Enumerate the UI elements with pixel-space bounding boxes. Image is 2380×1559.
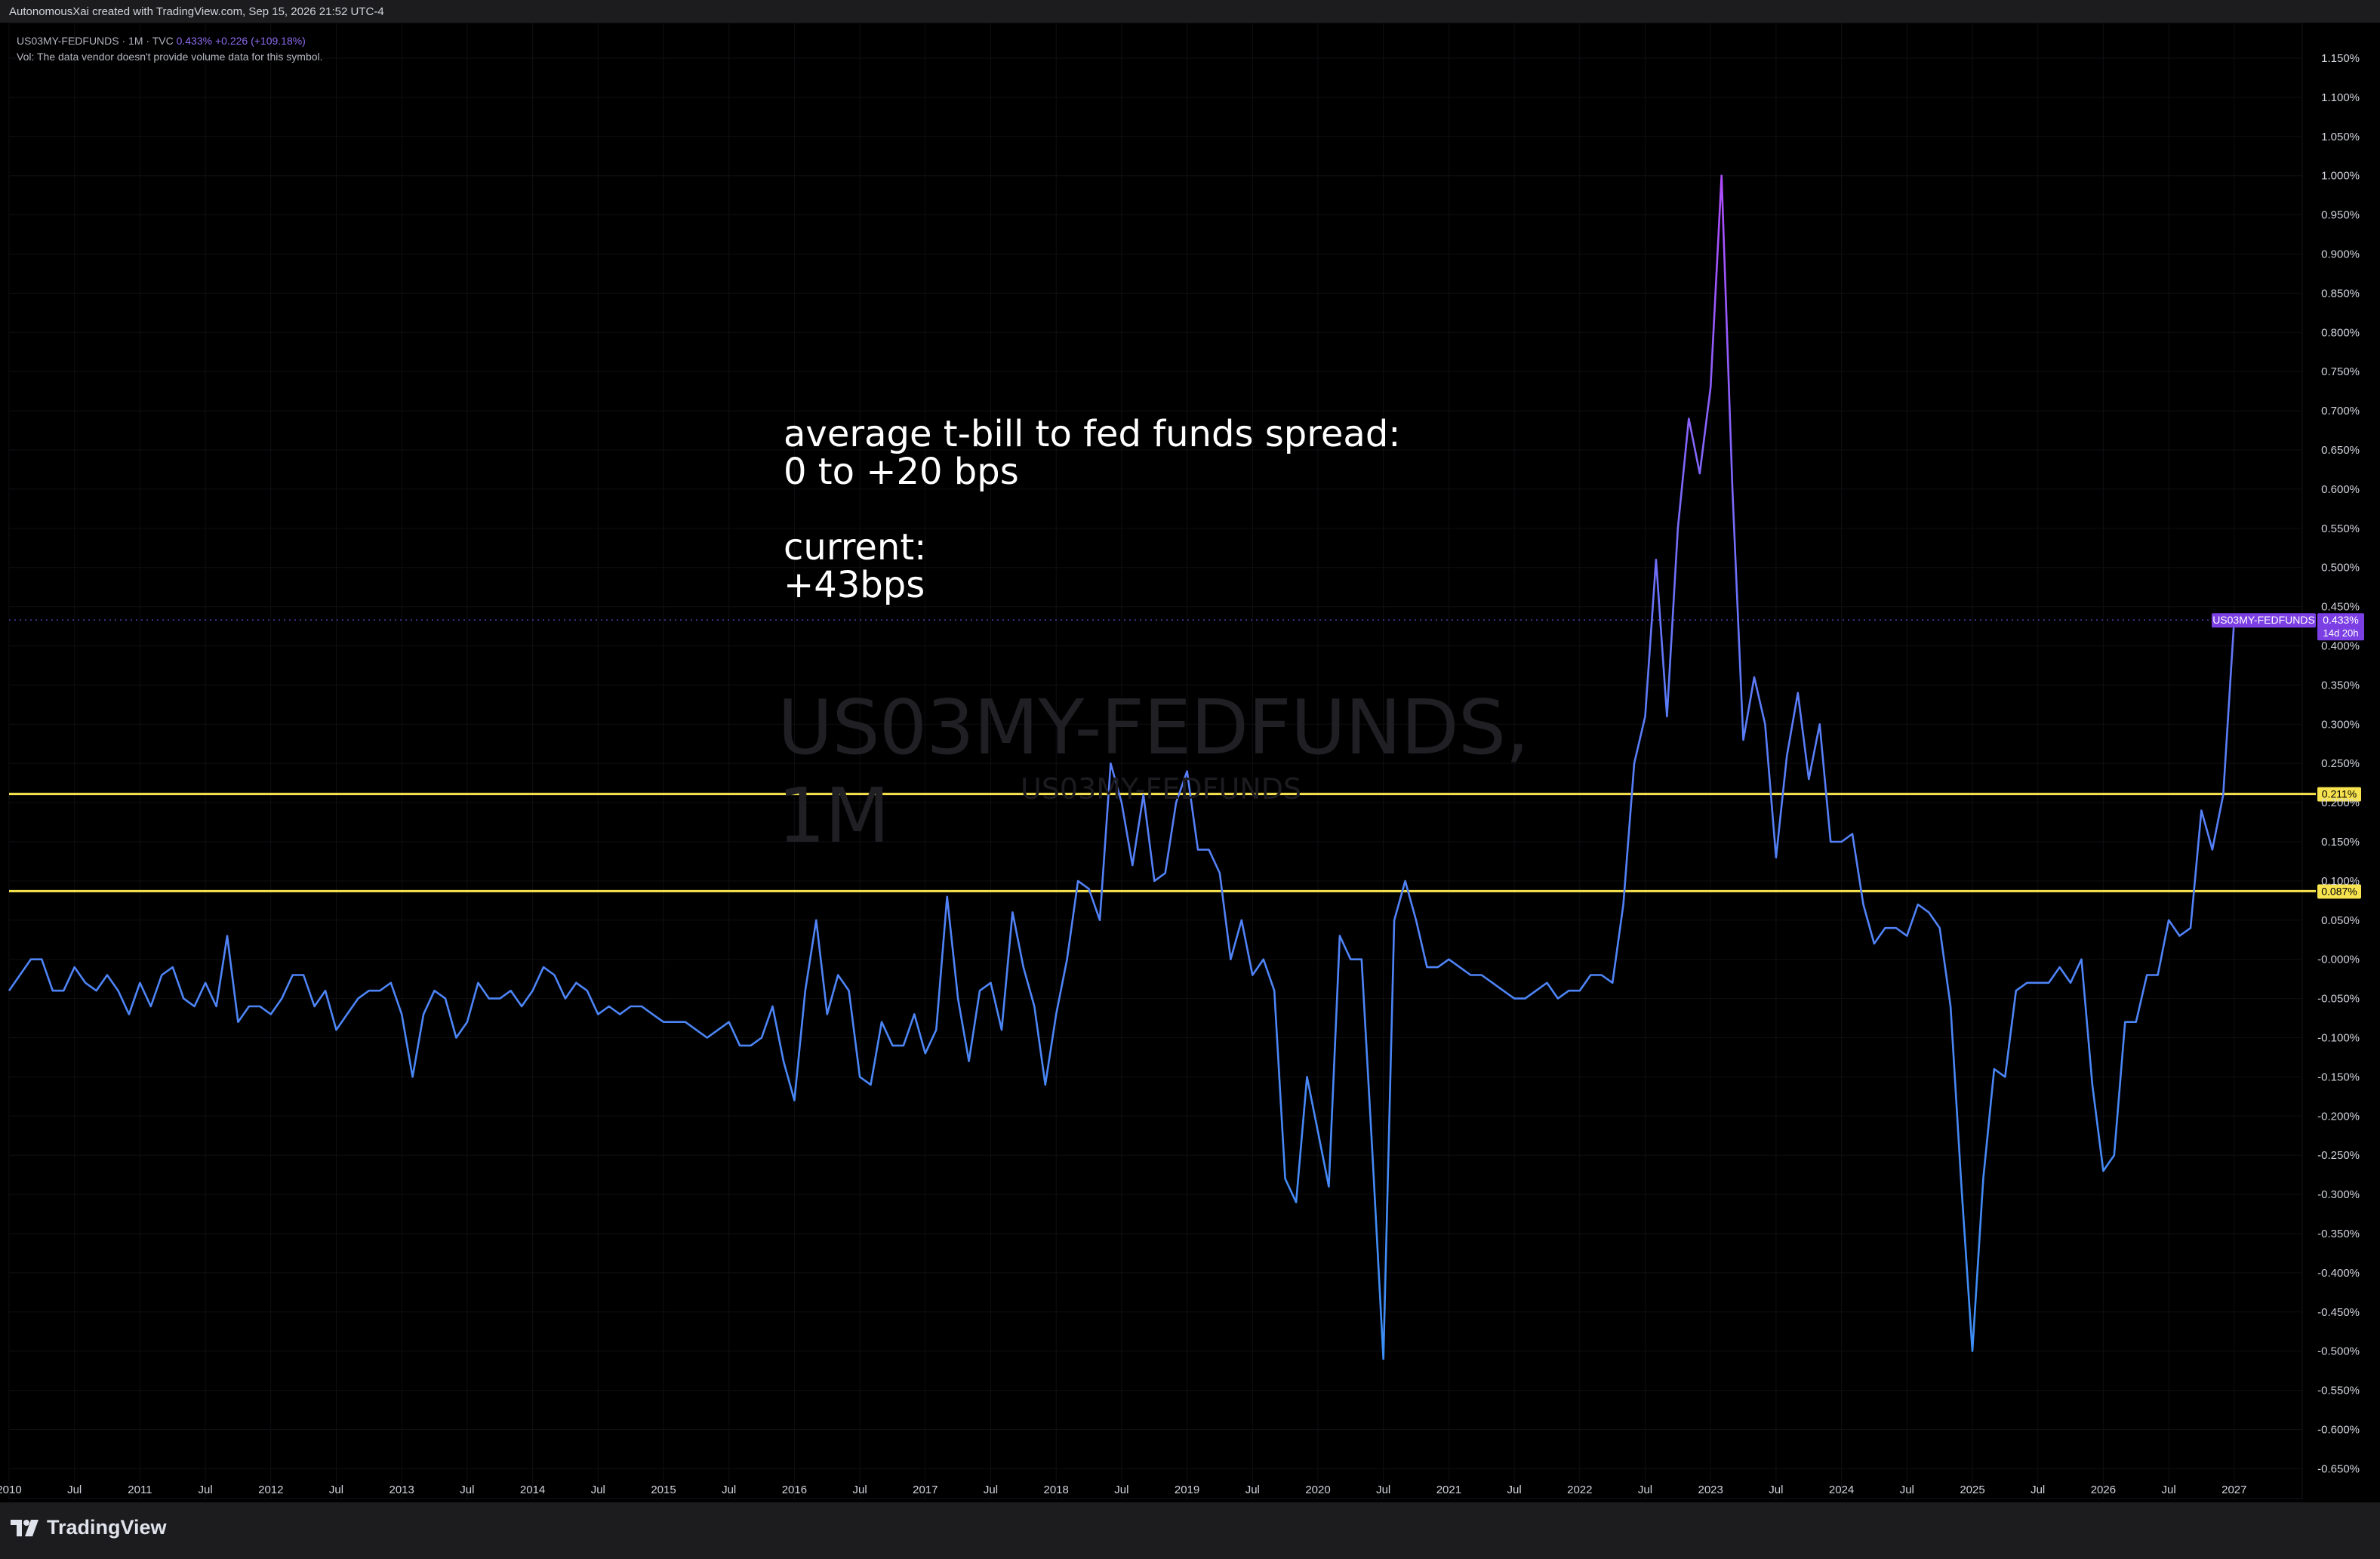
tradingview-logo-icon — [11, 1519, 38, 1536]
x-tick-label: 2017 — [913, 1484, 938, 1496]
x-tick-label: 2026 — [2091, 1484, 2116, 1496]
bar-countdown-label: 14d 20h — [2323, 627, 2359, 639]
y-tick-label: 0.750% — [2321, 365, 2360, 378]
x-tick-label: Jul — [199, 1484, 213, 1496]
y-tick-label: 0.700% — [2321, 405, 2360, 417]
y-tick-label: 0.650% — [2321, 444, 2360, 457]
series-name-label: US03MY-FEDFUNDS — [2212, 614, 2315, 626]
y-tick-label: 0.050% — [2321, 914, 2360, 927]
y-tick-label: -0.550% — [2317, 1385, 2360, 1397]
x-tick-label: Jul — [1900, 1484, 1914, 1496]
legend-volume-note: Vol: The data vendor doesn't provide vol… — [17, 51, 323, 63]
y-tick-label: -0.150% — [2317, 1071, 2360, 1083]
y-tick-label: 1.050% — [2321, 131, 2360, 143]
x-tick-label: Jul — [591, 1484, 605, 1496]
legend-symbol[interactable]: US03MY-FEDFUNDS · 1M · TVC — [17, 35, 174, 47]
time-axis: 2010 Jul 2011 Jul 2012 Jul 2013 Jul 2014 Jul 2015 J… — [0, 1484, 2246, 1496]
tradingview-logo-text: TradingView — [47, 1516, 167, 1539]
y-tick-label: 0.800% — [2321, 326, 2360, 339]
x-tick-label: 2021 — [1436, 1484, 1461, 1496]
y-tick-label: -0.350% — [2317, 1228, 2360, 1240]
text-annotation[interactable]: average t-bill to fed funds spread: 0 to… — [784, 415, 1400, 604]
x-tick-label: 2027 — [2221, 1484, 2246, 1496]
y-tick-label: 0.100% — [2321, 875, 2360, 888]
x-tick-label: Jul — [1245, 1484, 1260, 1496]
footer-bar — [0, 1502, 2380, 1559]
x-tick-label: Jul — [722, 1484, 736, 1496]
x-tick-label: 2019 — [1175, 1484, 1199, 1496]
y-tick-label: -0.100% — [2317, 1032, 2360, 1045]
y-tick-label: 0.950% — [2321, 209, 2360, 222]
symbol-watermark-sub: US03MY-FEDFUNDS — [1021, 772, 1302, 806]
x-tick-label: Jul — [329, 1484, 343, 1496]
legend-last-value: 0.433% — [176, 35, 213, 47]
x-tick-label: Jul — [984, 1484, 998, 1496]
x-tick-label: Jul — [1638, 1484, 1652, 1496]
y-tick-label: 1.000% — [2321, 170, 2360, 183]
y-tick-label: 1.100% — [2321, 91, 2360, 104]
x-tick-label: Jul — [1376, 1484, 1390, 1496]
symbol-watermark: US03MY-FEDFUNDS, 1M — [777, 683, 1529, 860]
y-tick-label: 0.400% — [2321, 640, 2360, 653]
x-tick-label: 2020 — [1305, 1484, 1330, 1496]
y-tick-label: 0.600% — [2321, 483, 2360, 496]
x-tick-label: Jul — [67, 1484, 82, 1496]
price-axis: 1.150% 1.100% 1.050% 1.000% 0.950% 0.900% 0.85… — [2317, 52, 2360, 1475]
x-tick-label: Jul — [1114, 1484, 1128, 1496]
y-tick-label: -0.650% — [2317, 1462, 2360, 1475]
y-tick-label: -0.500% — [2317, 1345, 2360, 1358]
y-tick-label: 0.900% — [2321, 248, 2360, 261]
symbol-legend: US03MY-FEDFUNDS · 1M · TVC 0.433% +0.226… — [17, 33, 323, 65]
x-tick-label: 2023 — [1698, 1484, 1723, 1496]
x-tick-label: Jul — [1507, 1484, 1522, 1496]
x-tick-label: 2016 — [782, 1484, 807, 1496]
y-tick-label: -0.600% — [2317, 1424, 2360, 1437]
x-tick-label: 2018 — [1044, 1484, 1069, 1496]
x-tick-label: Jul — [460, 1484, 474, 1496]
x-tick-label: 2012 — [258, 1484, 283, 1496]
y-tick-label: -0.050% — [2317, 993, 2360, 1006]
x-tick-label: 2022 — [1567, 1484, 1592, 1496]
y-tick-label: -0.200% — [2317, 1110, 2360, 1123]
x-tick-label: 2011 — [128, 1484, 152, 1496]
y-tick-label: 0.550% — [2321, 522, 2360, 535]
y-tick-label: -0.400% — [2317, 1267, 2360, 1280]
x-tick-label: Jul — [2031, 1484, 2045, 1496]
legend-change: +0.226 (+109.18%) — [214, 35, 306, 47]
x-tick-label: 2024 — [1829, 1484, 1854, 1496]
x-tick-label: 2013 — [389, 1484, 414, 1496]
series-value-label: 0.433% — [2323, 614, 2358, 626]
x-tick-label: 2014 — [520, 1484, 545, 1496]
y-tick-label: -0.450% — [2317, 1306, 2360, 1319]
x-tick-label: Jul — [2162, 1484, 2176, 1496]
x-tick-label: 2010 — [0, 1484, 22, 1496]
top-bar: AutonomousXai created with TradingView.c… — [0, 0, 2380, 23]
y-tick-label: 0.850% — [2321, 287, 2360, 300]
x-tick-label: Jul — [1769, 1484, 1783, 1496]
chart-author-title: AutonomousXai created with TradingView.c… — [9, 5, 384, 18]
x-tick-label: Jul — [853, 1484, 867, 1496]
y-tick-label: 0.150% — [2321, 836, 2360, 849]
x-tick-label: 2025 — [1960, 1484, 1984, 1496]
tradingview-logo[interactable]: TradingView — [11, 1516, 167, 1539]
x-tick-label: 2015 — [651, 1484, 676, 1496]
y-tick-label: 1.150% — [2321, 52, 2360, 65]
y-tick-label: -0.300% — [2317, 1188, 2360, 1201]
y-tick-label: 0.200% — [2321, 796, 2360, 809]
y-tick-label: 0.250% — [2321, 757, 2360, 770]
y-tick-label: 0.500% — [2321, 562, 2360, 575]
y-tick-label: 0.350% — [2321, 679, 2360, 692]
y-tick-label: -0.000% — [2317, 954, 2360, 966]
y-tick-label: 0.450% — [2321, 601, 2360, 614]
y-tick-label: -0.250% — [2317, 1149, 2360, 1162]
y-tick-label: 0.300% — [2321, 718, 2360, 731]
